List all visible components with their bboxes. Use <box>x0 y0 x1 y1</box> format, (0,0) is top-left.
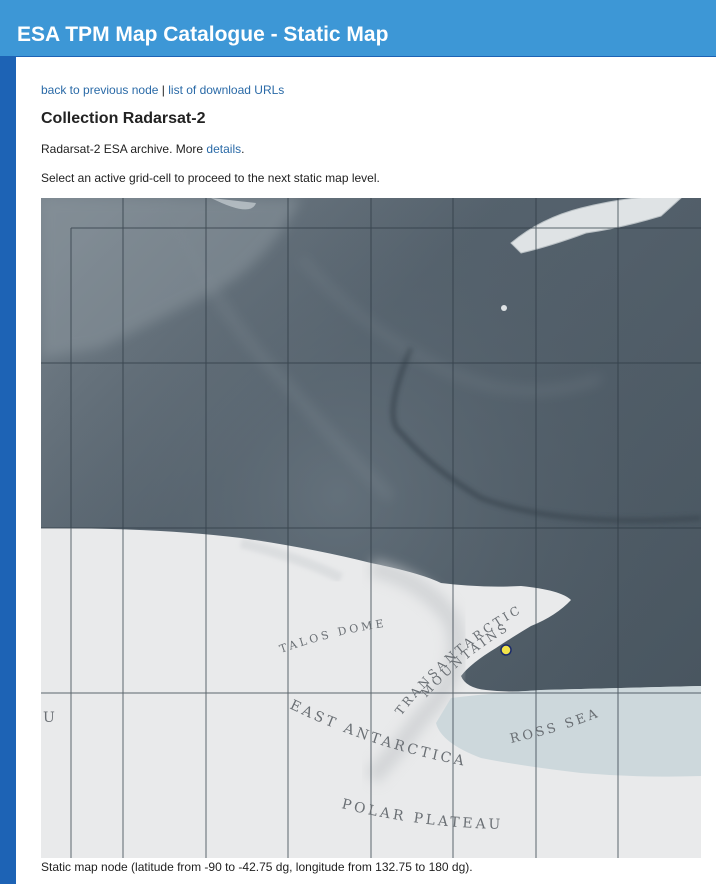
back-link[interactable]: back to previous node <box>41 83 158 97</box>
page-header: ESA TPM Map Catalogue - Static Map <box>0 0 716 56</box>
static-map[interactable]: TALOS DOME TRANSANTARCTIC MOUNTAINS EAST… <box>41 198 701 858</box>
content-panel: back to previous node | list of download… <box>16 57 716 884</box>
description-text: Radarsat-2 ESA archive. More <box>41 142 204 156</box>
description-suffix: . <box>241 142 245 156</box>
page-title: ESA TPM Map Catalogue - Static Map <box>17 23 389 46</box>
nav-separator: | <box>161 83 165 97</box>
collection-description: Radarsat-2 ESA archive. More details. <box>41 142 244 156</box>
left-border <box>0 57 8 884</box>
label-edge-letter: U <box>43 710 58 726</box>
map-caption: Static map node (latitude from -90 to -4… <box>41 860 473 874</box>
breadcrumb: back to previous node | list of download… <box>41 83 284 97</box>
details-link[interactable]: details <box>206 142 241 156</box>
instruction-text: Select an active grid-cell to proceed to… <box>41 171 380 185</box>
collection-title: Collection Radarsat-2 <box>41 110 206 127</box>
download-urls-link[interactable]: list of download URLs <box>168 83 284 97</box>
station-marker[interactable] <box>500 644 512 656</box>
island-dot <box>501 305 507 311</box>
map-svg[interactable]: TALOS DOME TRANSANTARCTIC MOUNTAINS EAST… <box>41 198 701 858</box>
